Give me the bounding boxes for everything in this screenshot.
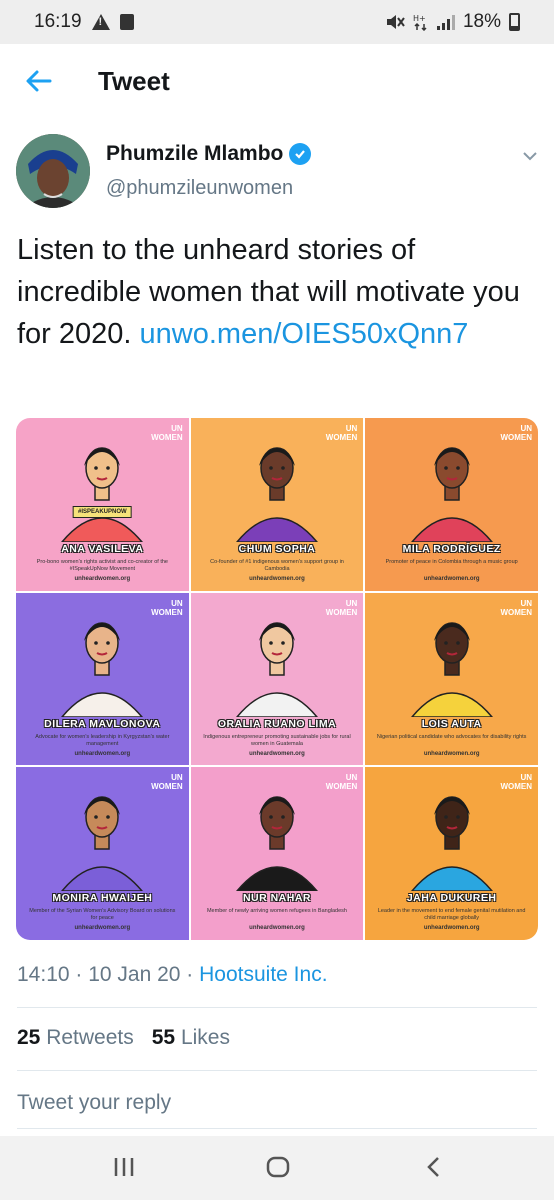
media-tile[interactable]: UN WOMEN #ISPEAKUPNOW ANA VASILEVA Pro-bono … — [16, 418, 189, 591]
tile-name: ORALIA RUANO LIMA — [217, 717, 337, 730]
woman-illustration — [61, 621, 144, 717]
retweets-stat[interactable]: 25 Retweets — [17, 1026, 134, 1050]
media-tile[interactable]: UN WOMEN JAHA DUKUREH Leader in the movemen… — [365, 767, 538, 940]
logo-line: UN — [171, 598, 183, 608]
media-tile[interactable]: UN WOMEN MONIRA HWAIJEH Member of the Syria… — [16, 767, 189, 940]
page-title: Tweet — [98, 66, 170, 96]
media-tile[interactable]: UN WOMEN LOIS AUTA Nigerian political candi… — [365, 592, 538, 766]
woman-illustration — [61, 796, 144, 892]
tweet-link[interactable]: unwo.men/OIES50xQnn7 — [140, 318, 469, 350]
author-name[interactable]: Phumzile Mlambo — [106, 142, 312, 166]
recent-apps-icon[interactable] — [112, 1156, 136, 1183]
media-tile[interactable]: UN WOMEN ORALIA RUANO LIMA Indigenous entre… — [190, 592, 364, 766]
back-nav-icon[interactable] — [424, 1156, 444, 1183]
media-tile[interactable]: UN WOMEN MILA RODRÍGUEZ Promoter of peace i… — [365, 418, 538, 591]
app-header: Tweet — [0, 44, 554, 120]
woman-illustration — [236, 621, 318, 717]
tile-site: unheardwomen.org — [74, 576, 131, 582]
tile-site: unheardwomen.org — [423, 750, 480, 757]
sign-text: #ISPEAKUPNOW — [72, 506, 132, 518]
tile-site: unheardwomen.org — [423, 925, 480, 932]
logo-line: UN — [345, 773, 358, 783]
woman-illustration — [410, 447, 493, 542]
tile-site: unheardwomen.org — [249, 576, 305, 582]
tile-name: JAHA DUKUREH — [406, 892, 497, 905]
warning-icon — [91, 14, 110, 30]
likes-count: 55 — [151, 1026, 176, 1049]
tile-name: MILA RODRÍGUEZ — [402, 543, 501, 555]
media-tile[interactable]: UN WOMEN DILERA MAVLONOVA Advocate for wome… — [16, 592, 189, 766]
tweet-source-link[interactable]: Hootsuite Inc. — [199, 963, 327, 986]
media-tile[interactable]: UN WOMEN NUR NAHAR Member of newly arriving… — [190, 767, 364, 940]
tile-description: Pro-bono women's rights activist and co-… — [36, 559, 168, 572]
logo-line: UN — [345, 424, 358, 433]
tile-description: Indigenous entrepreneur promoting sustai… — [203, 733, 351, 747]
status-bar: 16:19 H+ 18% — [0, 0, 554, 44]
media-tile[interactable]: UN WOMEN CHUM SOPHA Co-founder of #1 indige… — [190, 418, 364, 591]
author-handle[interactable]: @phumzileunwomen — [106, 177, 293, 200]
svg-text:H+: H+ — [413, 14, 426, 23]
system-nav-bar — [0, 1136, 554, 1200]
retweets-count: 25 — [17, 1026, 41, 1049]
tweet-media-image[interactable]: UN WOMEN #ISPEAKUPNOW ANA VASILEVA Pro-bono … — [16, 418, 538, 940]
divider — [17, 1007, 537, 1008]
woman-illustration — [410, 621, 493, 717]
tile-site: unheardwomen.org — [249, 925, 305, 932]
woman-illustration — [236, 447, 318, 542]
logo-line: UN — [520, 773, 532, 783]
tile-name: LOIS AUTA — [421, 717, 482, 730]
battery-percent: 18% — [462, 11, 501, 32]
likes-stat[interactable]: 55 Likes — [152, 1026, 230, 1050]
tile-name: NUR NAHAR — [242, 892, 312, 905]
retweets-label: Retweets — [46, 1026, 134, 1049]
woman-illustration — [236, 796, 318, 892]
logo-line: UN — [171, 424, 183, 433]
tile-description: Leader in the movement to end female gen… — [377, 908, 526, 922]
home-icon[interactable] — [266, 1156, 290, 1183]
avatar[interactable] — [16, 134, 90, 208]
logo-line: UN — [171, 773, 183, 783]
tile-description: Co-founder of #1 indigenous women's supp… — [210, 559, 344, 572]
chevron-down-icon[interactable] — [522, 148, 538, 164]
author-name-text: Phumzile Mlambo — [106, 142, 284, 165]
woman-illustration — [61, 447, 144, 542]
tweet-text: Listen to the unheard stories of incredi… — [17, 229, 542, 355]
tile-description: Member of newly arriving women refugees … — [206, 908, 347, 915]
tile-name: MONIRA HWAIJEH — [52, 892, 153, 905]
tile-description: Advocate for women's leadership in Kyrgy… — [35, 733, 170, 747]
tweet-stats: 25 Retweets 55 Likes — [17, 1026, 230, 1050]
tile-description: Promoter of peace in Colombia through a … — [385, 559, 518, 565]
tile-site: unheardwomen.org — [423, 576, 480, 582]
tile-site: unheardwomen.org — [74, 925, 131, 932]
back-arrow-icon[interactable] — [24, 66, 54, 96]
reply-input[interactable]: Tweet your reply — [17, 1091, 171, 1115]
tile-site: unheardwomen.org — [249, 750, 305, 757]
mute-icon — [385, 13, 405, 31]
battery-icon — [509, 13, 520, 31]
divider — [17, 1128, 537, 1129]
logo-line: UN — [345, 598, 358, 608]
tile-name: DILERA MAVLONOVA — [44, 717, 161, 730]
tile-description: Member of the Syrian Women's Advisory Bo… — [29, 908, 176, 922]
tweet-timestamp: 14:10 · 10 Jan 20 · Hootsuite Inc. — [17, 963, 328, 987]
download-icon — [119, 14, 134, 30]
logo-line: UN — [520, 598, 532, 608]
likes-label: Likes — [180, 1026, 230, 1049]
verified-badge-icon — [289, 143, 312, 165]
tile-name: ANA VASILEVA — [61, 543, 144, 555]
tile-description: Nigerian political candidate who advocat… — [376, 733, 527, 740]
status-time: 16:19 — [34, 11, 82, 32]
tile-site: unheardwomen.org — [74, 750, 131, 757]
tweet-time-text: 14:10 · 10 Jan 20 · — [17, 963, 200, 986]
woman-illustration — [410, 796, 493, 892]
divider — [17, 1070, 537, 1071]
tile-name: CHUM SOPHA — [238, 543, 316, 555]
signal-icon — [436, 14, 455, 30]
logo-line: UN — [520, 424, 532, 433]
data-icon: H+ — [413, 13, 429, 31]
